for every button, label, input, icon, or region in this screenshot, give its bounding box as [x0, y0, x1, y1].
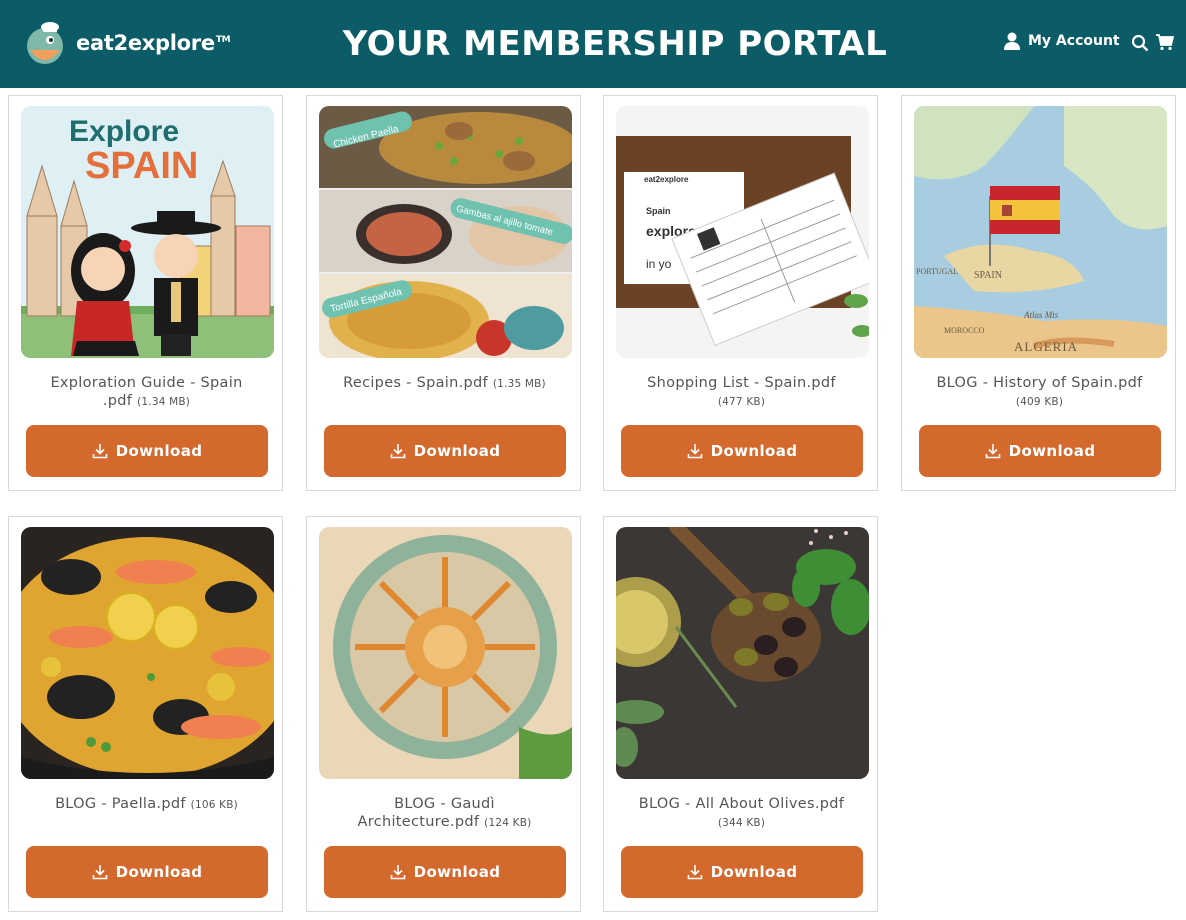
user-icon: [1004, 32, 1020, 50]
download-icon: [92, 865, 107, 880]
explore-text: Explore: [69, 115, 179, 148]
file-title: Shopping List - Spain.pdf (477 KB): [647, 375, 836, 408]
olives-and-oil-photo[interactable]: [616, 527, 869, 779]
download-icon: [985, 444, 1000, 459]
image-caption: MOROCCO: [944, 326, 985, 335]
file-size: (1.34 MB): [137, 396, 191, 408]
download-icon: [390, 444, 405, 459]
file-size: (344 KB): [717, 817, 766, 829]
resource-card: Explore SPAIN Exploration Guide - Spain …: [8, 95, 283, 491]
download-icon: [687, 865, 702, 880]
cart-icon[interactable]: [1156, 33, 1174, 51]
image-caption: in yo: [646, 257, 672, 271]
brand-name: eat2exploreTM: [76, 31, 231, 55]
search-icon[interactable]: [1131, 34, 1149, 52]
my-account-link[interactable]: My Account: [1004, 32, 1120, 50]
download-button[interactable]: Download: [324, 846, 566, 898]
file-size: (124 KB): [484, 817, 532, 829]
download-icon: [92, 444, 107, 459]
download-icon: [390, 865, 405, 880]
brand-logo[interactable]: eat2exploreTM: [20, 18, 231, 68]
file-title: Recipes - Spain.pdf (1.35 MB): [343, 375, 546, 391]
resource-card: BLOG - All About Olives.pdf (344 KB) Dow…: [603, 516, 878, 912]
spain-text: SPAIN: [85, 145, 198, 187]
image-caption: Atlas Mts: [1023, 310, 1059, 320]
spanish-dishes-collage[interactable]: Chicken Paella Gambas al ajillo tomate T…: [319, 106, 572, 358]
top-bar: eat2exploreTM YOUR MEMBERSHIP PORTAL My …: [0, 0, 1186, 88]
file-size: (106 KB): [190, 799, 238, 811]
my-account-label: My Account: [1028, 33, 1120, 49]
file-size: (477 KB): [717, 396, 766, 408]
download-button[interactable]: Download: [324, 425, 566, 477]
file-size: (409 KB): [1015, 396, 1064, 408]
download-button[interactable]: Download: [26, 425, 268, 477]
download-button[interactable]: Download: [621, 846, 863, 898]
map-with-spain-flag[interactable]: SPAIN ALGERIA PORTUGAL MOROCCO Atlas Mts: [914, 106, 1167, 358]
image-caption: ALGERIA: [1014, 339, 1078, 354]
seafood-paella-photo[interactable]: [21, 527, 274, 779]
logo-mascot-icon: [27, 22, 63, 64]
shopping-list-photo[interactable]: eat2explore Spain explore in yo: [616, 106, 869, 358]
resource-card: eat2explore Spain explore in yo Shopping…: [603, 95, 878, 491]
file-title: Exploration Guide - Spain .pdf (1.34 MB): [50, 375, 243, 409]
image-caption: Spain: [646, 206, 671, 216]
explore-spain-illustration[interactable]: Explore SPAIN: [21, 106, 274, 358]
file-size: (1.35 MB): [492, 378, 546, 390]
file-title: BLOG - Paella.pdf (106 KB): [55, 796, 238, 812]
file-title: BLOG - All About Olives.pdf (344 KB): [638, 796, 845, 829]
gaudi-mosaic-photo[interactable]: [319, 527, 572, 779]
image-caption: SPAIN: [974, 270, 1002, 281]
resource-card: BLOG - Paella.pdf (106 KB) Download: [8, 516, 283, 912]
download-button[interactable]: Download: [26, 846, 268, 898]
file-title: BLOG - Gaudì Architecture.pdf (124 KB): [357, 796, 532, 830]
download-button[interactable]: Download: [919, 425, 1161, 477]
resource-card: Chicken Paella Gambas al ajillo tomate T…: [306, 95, 581, 491]
image-caption: eat2explore: [644, 175, 689, 184]
download-button[interactable]: Download: [621, 425, 863, 477]
resource-card: BLOG - Gaudì Architecture.pdf (124 KB) D…: [306, 516, 581, 912]
download-icon: [687, 444, 702, 459]
page-title: YOUR MEMBERSHIP PORTAL: [342, 24, 888, 64]
file-title: BLOG - History of Spain.pdf (409 KB): [936, 375, 1143, 408]
resource-card: SPAIN ALGERIA PORTUGAL MOROCCO Atlas Mts…: [901, 95, 1176, 491]
image-caption: PORTUGAL: [916, 267, 958, 276]
